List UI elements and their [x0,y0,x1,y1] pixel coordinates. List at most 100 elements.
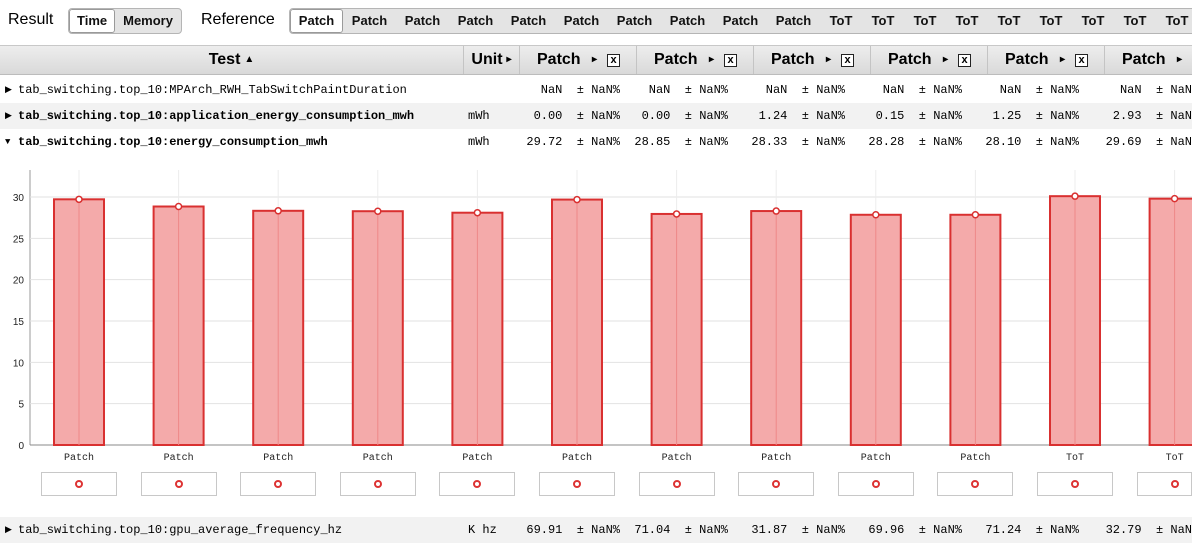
expand-arrow-icon: ▸ [826,54,832,65]
test-name: tab_switching.top_10:application_energy_… [18,109,415,123]
column-header-3[interactable]: Patch ▸ x [754,46,871,74]
series-toggle-box[interactable] [240,472,316,496]
column-header-6[interactable]: Patch ▸ [1105,46,1192,74]
reference-tab-tot-11[interactable]: ToT [820,9,862,33]
reference-tab-tot-16[interactable]: ToT [1030,9,1072,33]
series-toggle-box[interactable] [838,472,914,496]
value-cell: 69.91 ± NaN% [526,523,620,537]
remove-column-icon[interactable]: x [841,54,854,67]
collapse-arrow-icon[interactable]: ▼ [5,129,10,155]
value-cell: 32.79 ± NaN [1105,523,1192,537]
series-toggle-box[interactable] [639,472,715,496]
test-header-label: Test [208,51,241,68]
reference-selector: Patch Patch Patch Patch Patch Patch Patch Patch… [289,8,1192,34]
circle-marker-icon [772,480,780,488]
expand-arrow-icon: ▸ [592,54,598,65]
remove-column-icon[interactable]: x [607,54,620,67]
table-row[interactable]: ▼ tab_switching.top_10:energy_consumption… [0,129,1192,155]
y-tick-label: 20 [13,276,25,287]
reference-tab-patch-8[interactable]: Patch [661,9,714,33]
unit-cell: mWh [468,135,490,149]
circle-marker-icon [473,480,481,488]
expand-arrow-icon[interactable]: ▶ [5,517,12,543]
series-toggle-box[interactable] [1037,472,1113,496]
circle-marker-icon [75,480,83,488]
x-tick-label: Patch [263,452,293,464]
reference-tab-patch-1[interactable]: Patch [290,9,343,33]
unit-cell: mWh [468,109,490,123]
series-toggle-box[interactable] [340,472,416,496]
column-header-label: Patch [1122,51,1166,68]
reference-tab-patch-10[interactable]: Patch [767,9,820,33]
series-toggle-box[interactable] [141,472,217,496]
series-toggle-box[interactable] [937,472,1013,496]
series-toggle-box[interactable] [539,472,615,496]
reference-tab-tot-18[interactable]: ToT [1114,9,1156,33]
data-point [573,195,581,204]
column-header-5[interactable]: Patch ▸ x [988,46,1105,74]
remove-column-icon[interactable]: x [958,54,971,67]
x-tick-label: Patch [164,452,194,464]
reference-tab-tot-19[interactable]: ToT [1156,9,1192,33]
unit-column-header[interactable]: Unit ▸ [464,46,520,74]
test-column-header[interactable]: Test ▲ [0,46,464,74]
test-name: tab_switching.top_10:gpu_average_frequen… [18,523,343,537]
expand-arrow-icon[interactable]: ▶ [5,77,12,103]
expand-arrow-icon[interactable]: ▶ [5,103,12,129]
unit-header-label: Unit [471,51,503,68]
expand-arrow-icon: ▸ [1177,54,1183,65]
table-row[interactable]: ▶ tab_switching.top_10:MPArch_RWH_TabSwit… [0,77,1192,103]
column-header-2[interactable]: Patch ▸ x [637,46,754,74]
series-toggle-box[interactable] [439,472,515,496]
data-point [1071,192,1079,200]
reference-tab-tot-17[interactable]: ToT [1072,9,1114,33]
series-toggle-box[interactable] [738,472,814,496]
table-row[interactable]: ▶ tab_switching.top_10:application_energy… [0,103,1192,129]
value-cell: 28.10 ± NaN% [985,135,1079,149]
reference-tab-tot-14[interactable]: ToT [946,9,988,33]
value-cell: 0.15 ± NaN% [875,109,962,123]
column-header-1[interactable]: Patch ▸ x [520,46,637,74]
sort-ascending-icon[interactable]: ▲ [244,54,254,65]
column-header-label: Patch [888,51,932,68]
remove-column-icon[interactable]: x [724,54,737,67]
result-tab-time[interactable]: Time [69,9,116,33]
reference-tab-patch-9[interactable]: Patch [714,9,767,33]
column-header-label: Patch [771,51,815,68]
x-tick-label: Patch [761,452,791,464]
column-header-label: Patch [654,51,698,68]
y-tick-label: 30 [13,193,25,204]
reference-tab-patch-2[interactable]: Patch [343,9,396,33]
y-tick-label: 0 [18,441,24,452]
column-header-4[interactable]: Patch ▸ x [871,46,988,74]
reference-tab-tot-12[interactable]: ToT [862,9,904,33]
reference-tab-tot-13[interactable]: ToT [904,9,946,33]
series-toggle-box[interactable] [1137,472,1192,496]
reference-tab-patch-5[interactable]: Patch [502,9,555,33]
value-cell: 28.85 ± NaN% [634,135,728,149]
reference-tab-tot-15[interactable]: ToT [988,9,1030,33]
value-cell: NaN ± NaN% [999,83,1079,97]
circle-marker-icon [274,480,282,488]
circle-marker-icon [1171,480,1179,488]
unit-cell: K hz [468,523,497,537]
value-cell: NaN ± NaN% [765,83,845,97]
data-point [971,211,980,219]
reference-tab-patch-4[interactable]: Patch [449,9,502,33]
reference-tab-patch-6[interactable]: Patch [555,9,608,33]
value-cell: 2.93 ± NaN [1112,109,1192,123]
result-tab-memory[interactable]: Memory [115,9,181,33]
y-tick-label: 10 [13,358,25,369]
series-toggle-box[interactable] [41,472,117,496]
value-cell: NaN ± NaN% [882,83,962,97]
test-name: tab_switching.top_10:MPArch_RWH_TabSwitc… [18,83,407,97]
reference-tab-patch-7[interactable]: Patch [608,9,661,33]
value-cell: 0.00 ± NaN% [641,109,728,123]
data-point [672,210,681,218]
x-tick-label: Patch [960,452,990,464]
value-cell: 1.24 ± NaN% [758,109,845,123]
reference-tab-patch-3[interactable]: Patch [396,9,449,33]
table-row[interactable]: ▶ tab_switching.top_10:gpu_average_freque… [0,517,1192,543]
value-cell: 71.04 ± NaN% [634,523,728,537]
remove-column-icon[interactable]: x [1075,54,1088,67]
